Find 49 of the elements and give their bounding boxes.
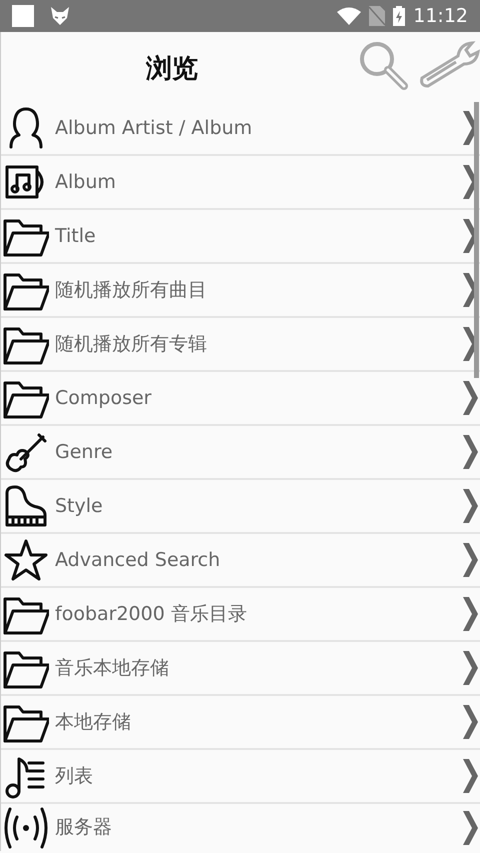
star-icon (3, 537, 49, 583)
settings-icon[interactable] (418, 40, 480, 88)
browse-list-item[interactable]: Composer (1, 372, 480, 426)
item-label: foobar2000 音乐目录 (55, 602, 247, 627)
browse-list-item[interactable]: 服务器 (1, 804, 480, 851)
item-label: 随机播放所有专辑 (55, 332, 207, 357)
item-label: Style (55, 494, 103, 519)
item-label: 服务器 (55, 815, 112, 840)
item-label: 随机播放所有曲目 (55, 278, 207, 303)
chevron-icon (462, 651, 478, 685)
browse-list-item[interactable]: 列表 (1, 750, 480, 804)
search-icon[interactable] (358, 40, 410, 90)
notification-icon (12, 5, 34, 27)
broadcast-icon (3, 804, 49, 850)
piano-icon (3, 483, 49, 529)
browse-list-item[interactable]: 随机播放所有专辑 (1, 318, 480, 372)
item-label: Genre (55, 440, 113, 465)
no-sim-icon (369, 6, 386, 26)
chevron-icon (462, 705, 478, 739)
browse-list-item[interactable]: Album Artist / Album (1, 102, 480, 156)
browse-list-item[interactable]: foobar2000 音乐目录 (1, 588, 480, 642)
item-label: 本地存储 (55, 710, 131, 735)
browse-list-item[interactable]: 本地存储 (1, 696, 480, 750)
item-label: Album Artist / Album (55, 116, 252, 141)
item-label: 列表 (55, 764, 93, 789)
browse-list-item[interactable]: 音乐本地存储 (1, 642, 480, 696)
browse-list-item[interactable]: Title (1, 210, 480, 264)
browse-list-item[interactable]: Style (1, 480, 480, 534)
browse-list-item[interactable]: Advanced Search (1, 534, 480, 588)
chevron-icon (462, 759, 478, 793)
page-title: 浏览 (146, 53, 198, 86)
item-label: Composer (55, 386, 152, 411)
item-label: 音乐本地存储 (55, 656, 169, 681)
browse-list-item[interactable]: Genre (1, 426, 480, 480)
wifi-icon (337, 7, 362, 25)
chevron-icon (462, 810, 478, 844)
item-label: Advanced Search (55, 548, 220, 573)
status-time: 11:12 (413, 4, 468, 29)
browse-list-item[interactable]: 随机播放所有曲目 (1, 264, 480, 318)
chevron-icon (462, 435, 478, 469)
browse-list-item[interactable]: Album (1, 156, 480, 210)
fox-icon (50, 6, 70, 26)
chevron-icon (462, 381, 478, 415)
chevron-icon (462, 597, 478, 631)
chevron-icon (462, 543, 478, 577)
item-label: Album (55, 170, 116, 195)
chevron-icon (462, 489, 478, 523)
item-label: Title (55, 224, 96, 249)
battery-icon (393, 6, 406, 26)
